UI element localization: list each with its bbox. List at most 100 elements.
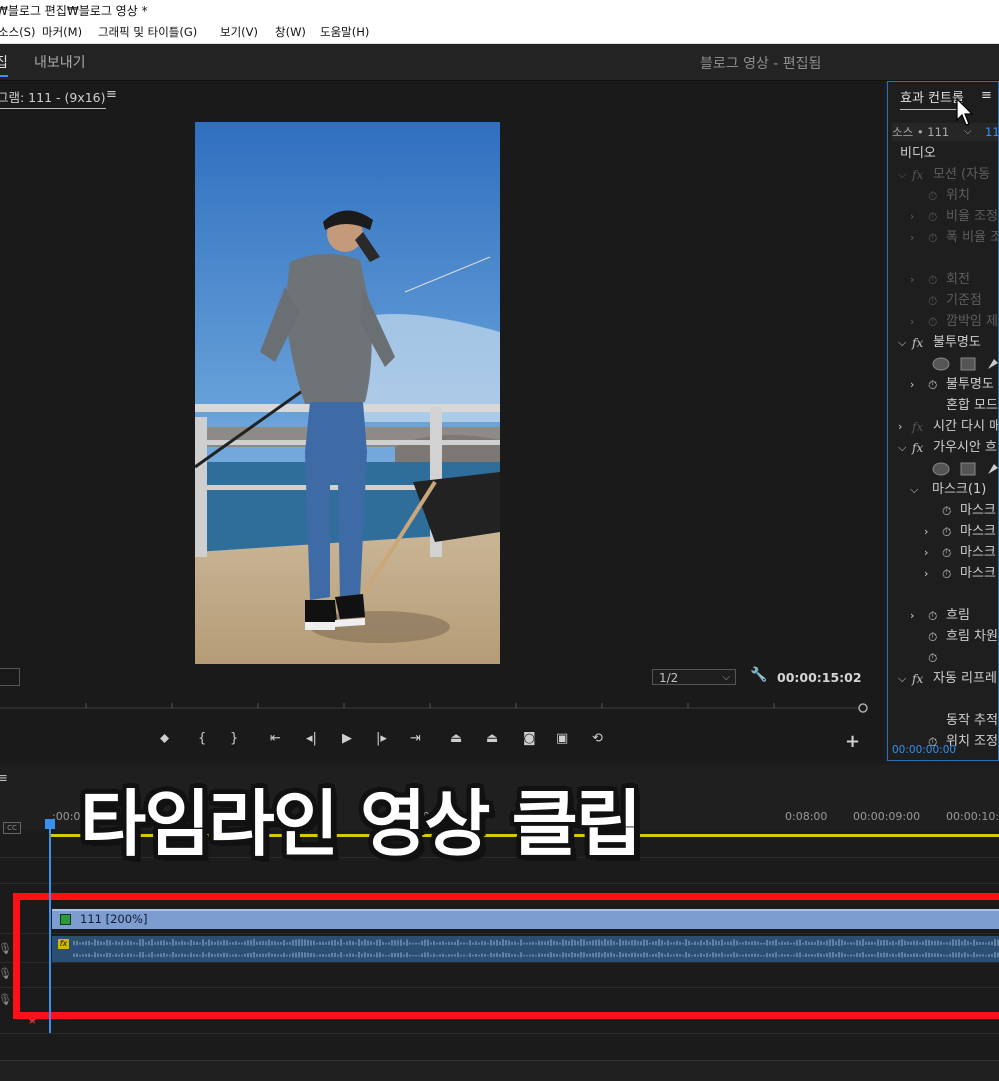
stopwatch-icon[interactable]: ⏱ <box>942 522 951 542</box>
menu-item[interactable]: 도움말(H) <box>320 22 369 42</box>
menu-item[interactable]: 마커(M) <box>42 22 82 42</box>
effect-row-label: 비율 조정 <box>946 209 998 224</box>
highlight-box <box>13 893 999 1019</box>
pen-mask-icon[interactable] <box>986 462 998 483</box>
microphone-icon[interactable]: 🎙 <box>0 993 12 1006</box>
source-label: 소스 • 111 <box>892 125 950 139</box>
ruler-label: 00:00:10: <box>946 810 999 823</box>
menu-item[interactable]: 보기(V) <box>220 22 258 42</box>
chevron-down-icon[interactable]: ⌵ <box>898 438 906 458</box>
add-marker-icon[interactable]: ⬥ <box>160 731 169 746</box>
effect-row-label: 흐림 차원 <box>946 629 998 644</box>
microphone-icon[interactable]: 🎙 <box>0 942 12 955</box>
effect-row-label: 회전 <box>946 272 970 287</box>
chevron-right-icon[interactable]: › <box>898 417 902 437</box>
chevron-down-icon[interactable]: ⌵ <box>898 165 906 185</box>
export-frame-camera-icon[interactable]: ◙ <box>523 731 536 746</box>
effect-row-label: 비디오 <box>900 146 936 161</box>
fx-icon[interactable]: fx <box>912 165 923 185</box>
stopwatch-icon[interactable]: ⏱ <box>928 228 937 248</box>
captions-badge[interactable]: CC <box>3 822 21 834</box>
play-icon[interactable]: ▶ <box>342 731 352 746</box>
go-to-out-icon[interactable]: ⇥ <box>410 731 421 746</box>
mark-in-icon[interactable]: { <box>198 731 206 746</box>
transport-controls: ⬥ { } ⇤ ◂| ▶ |▸ ⇥ ⏏ ⏏ ◙ ▣ ⟲ <box>150 731 620 751</box>
workspace-tab-export[interactable]: 내보내기 <box>34 52 86 72</box>
chevron-right-icon[interactable]: › <box>910 375 914 395</box>
effect-row-label: 불투명도 <box>946 377 994 392</box>
button-editor-plus-icon[interactable]: + <box>845 731 860 752</box>
fx-icon[interactable]: fx <box>912 438 923 458</box>
target-clip-label[interactable]: 11 <box>985 123 998 141</box>
step-forward-icon[interactable]: |▸ <box>376 731 387 746</box>
track-divider <box>0 1033 999 1034</box>
chevron-down-icon[interactable]: ⌵ <box>910 480 918 500</box>
menu-item[interactable]: 창(W) <box>275 22 306 42</box>
effect-row-label: 모션 (자동 <box>933 167 991 182</box>
chevron-right-icon[interactable]: › <box>910 228 914 248</box>
compare-view-icon[interactable]: ▣ <box>556 731 568 746</box>
effect-row-label: 가우시안 흐 <box>933 440 997 455</box>
track-divider <box>0 883 999 884</box>
chevron-right-icon[interactable]: › <box>924 522 928 542</box>
wrench-icon[interactable]: 🔧 <box>750 667 767 683</box>
effect-row-label: 마스크 <box>960 545 996 560</box>
chevron-right-icon[interactable]: › <box>924 543 928 563</box>
zoom-dropdown[interactable] <box>0 668 20 686</box>
panel-menu-icon[interactable]: ≡ <box>981 88 992 103</box>
mark-out-icon[interactable]: } <box>230 731 238 746</box>
lift-icon[interactable]: ⏏ <box>450 731 462 746</box>
chevron-right-icon[interactable]: › <box>910 312 914 332</box>
stopwatch-icon[interactable]: ⏱ <box>928 291 937 311</box>
panel-menu-icon[interactable]: ≡ <box>106 87 117 102</box>
stopwatch-icon[interactable]: ⏱ <box>942 501 951 521</box>
fx-icon[interactable]: fx <box>912 333 923 353</box>
chevron-right-icon[interactable]: › <box>924 564 928 584</box>
chevron-down-icon: ⌵ <box>722 672 730 683</box>
fx-icon[interactable]: fx <box>912 669 923 689</box>
effect-row-label: 마스크 <box>960 524 996 539</box>
go-to-in-icon[interactable]: ⇤ <box>270 731 281 746</box>
stopwatch-icon[interactable]: ⏱ <box>928 270 937 290</box>
extract-icon[interactable]: ⏏ <box>486 731 498 746</box>
playhead-line[interactable] <box>49 823 51 1033</box>
effect-row-label: 폭 비율 조 <box>946 230 999 245</box>
chevron-down-icon[interactable]: ⌵ <box>898 333 906 353</box>
menu-item[interactable]: 그래픽 및 타이틀(G) <box>98 22 197 42</box>
chevron-down-icon[interactable]: ⌵ <box>898 669 906 689</box>
stopwatch-icon[interactable]: ⏱ <box>928 627 937 647</box>
step-back-icon[interactable]: ◂| <box>306 731 317 746</box>
stopwatch-icon[interactable]: ⏱ <box>942 564 951 584</box>
status-bar <box>0 1060 999 1081</box>
effect-row-label: 마스크 <box>960 503 996 518</box>
toggle-proxies-icon[interactable]: ⟲ <box>592 731 603 746</box>
chevron-right-icon[interactable]: › <box>910 207 914 227</box>
monitor-time-ruler[interactable] <box>0 701 868 715</box>
program-monitor-tab[interactable]: 그램: 111 - (9x16) <box>0 87 106 109</box>
effect-controls-tab[interactable]: 효과 컨트롤 <box>900 87 964 110</box>
stopwatch-icon[interactable]: ⏱ <box>928 648 937 668</box>
stopwatch-icon[interactable]: ⏱ <box>928 207 937 227</box>
stopwatch-icon[interactable]: ⏱ <box>928 606 937 626</box>
effect-controls-panel: 효과 컨트롤 ≡ 소스 • 111 ⌵ 11 비디오 ⌵ fx 모션 (자동 ⏱ 위치 › ⏱… <box>887 81 999 761</box>
effect-controls-timecode: 00:00:00:00 <box>892 744 957 756</box>
stopwatch-icon[interactable]: ⏱ <box>928 312 937 332</box>
stopwatch-icon[interactable]: ⏱ <box>928 375 937 395</box>
chevron-right-icon[interactable]: › <box>910 606 914 626</box>
panel-menu-icon[interactable]: ≡ <box>0 771 8 786</box>
ruler-label: :00:0 <box>52 810 81 823</box>
scroll-end-handle[interactable] <box>858 703 868 713</box>
overlay-title: 타임라인 영상 클립 <box>80 782 642 866</box>
stopwatch-icon[interactable]: ⏱ <box>928 186 937 206</box>
fx-icon[interactable]: fx <box>912 417 923 437</box>
effect-row-label: 동작 추적 <box>946 713 998 728</box>
playhead-timecode[interactable]: 00:00:15:02 <box>777 670 862 685</box>
resolution-dropdown[interactable]: 1/2 ⌵ <box>652 669 736 685</box>
stopwatch-icon[interactable]: ⏱ <box>942 543 951 563</box>
source-selector[interactable]: 소스 • 111 ⌵ 11 <box>892 123 998 141</box>
workspace-tab-edit[interactable]: 집 <box>0 52 8 77</box>
menu-item[interactable]: 소스(S) <box>0 22 35 42</box>
chevron-right-icon[interactable]: › <box>910 270 914 290</box>
effect-row-label: 시간 다시 매 <box>933 419 999 434</box>
microphone-icon[interactable]: 🎙 <box>0 967 12 980</box>
